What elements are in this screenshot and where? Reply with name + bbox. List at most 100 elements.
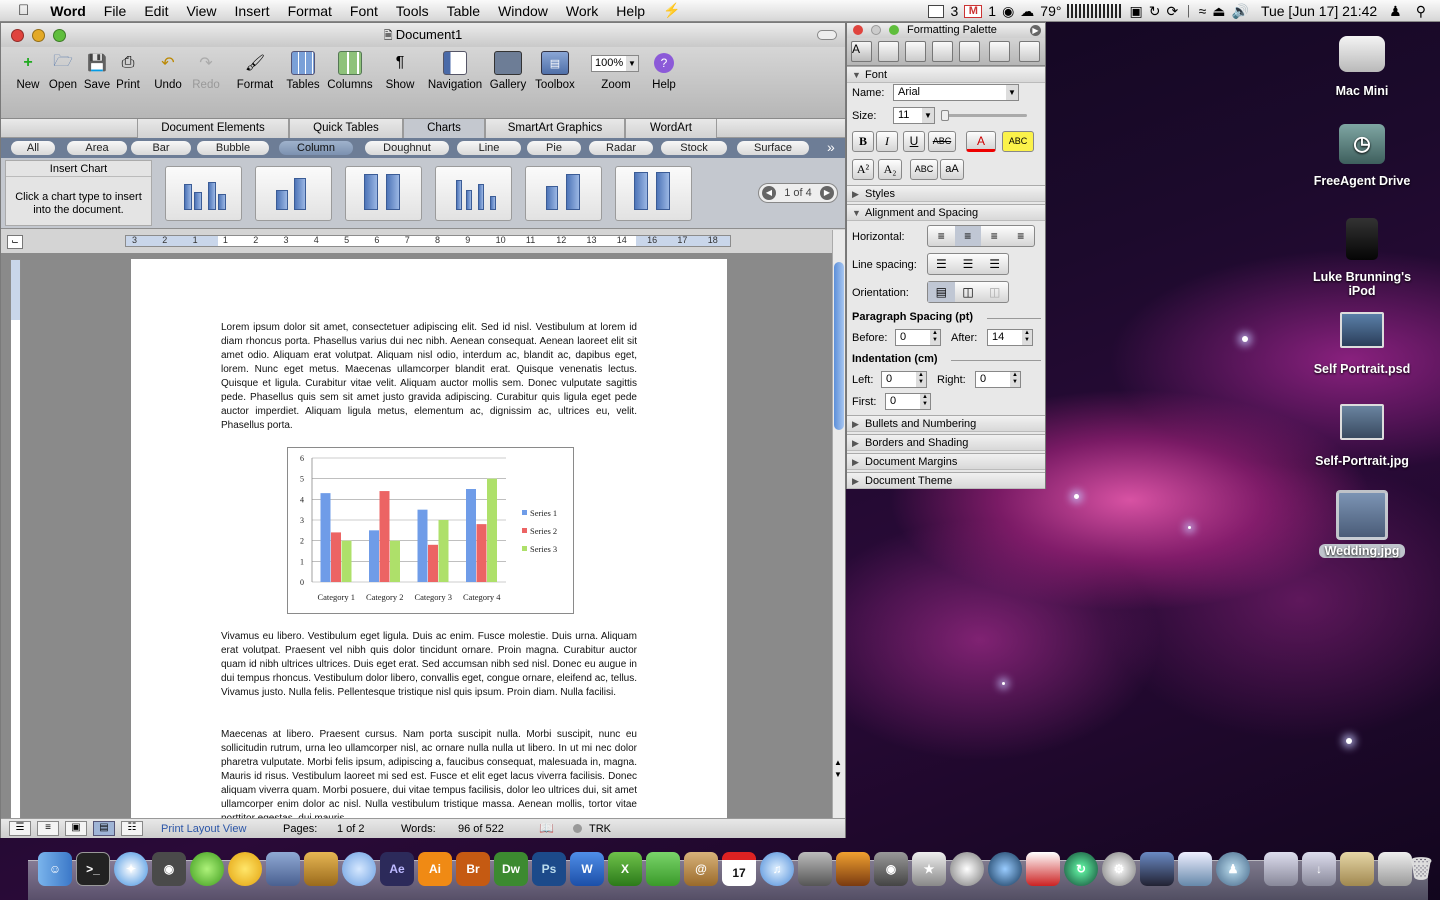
track-changes-icon[interactable]	[573, 824, 582, 833]
menu-tools[interactable]: Tools	[387, 3, 438, 19]
system-prefs-icon[interactable]: ⚙	[1102, 852, 1136, 886]
chevron-down-icon[interactable]: ▼	[1006, 85, 1018, 100]
menu-help[interactable]: Help	[607, 3, 654, 19]
dvd-player-icon[interactable]	[950, 852, 984, 886]
chart-type-surface[interactable]: Surface	[737, 141, 809, 155]
undo-button[interactable]: ↶ Undo	[149, 51, 187, 91]
stepper-icon[interactable]: ▲ ▼	[1010, 372, 1020, 387]
reference-tools-tab-icon[interactable]	[959, 41, 980, 62]
palette-minimize-button[interactable]	[871, 25, 881, 35]
word-dock-icon[interactable]: W	[570, 852, 604, 886]
spotlight-search-icon[interactable]: ⚲	[1408, 3, 1426, 20]
chart-type-stock[interactable]: Stock	[661, 141, 727, 155]
stepper-icon[interactable]: ▲ ▼	[1022, 330, 1032, 345]
trash-icon[interactable]: 🗑	[1407, 852, 1435, 886]
palette-close-button[interactable]	[853, 25, 863, 35]
highlight-button[interactable]: ABC	[1002, 131, 1034, 152]
compatibility-tab-icon[interactable]	[989, 41, 1010, 62]
section-borders-header[interactable]: ▶ Borders and Shading	[847, 434, 1045, 451]
imovie-star-icon[interactable]: ★	[912, 852, 946, 886]
entourage-icon[interactable]	[646, 852, 680, 886]
column-chart-thumbnail-3d-100-stacked[interactable]	[615, 166, 692, 221]
chart-type-line[interactable]: Line	[457, 141, 521, 155]
chart-type-pie[interactable]: Pie	[527, 141, 581, 155]
strikethrough-button[interactable]: ABC	[928, 131, 956, 152]
view-outline-button[interactable]: ≡	[37, 821, 59, 836]
pencil-app-icon[interactable]	[304, 852, 338, 886]
menu-font[interactable]: Font	[341, 3, 387, 19]
open-button[interactable]: 🗁 Open	[48, 51, 78, 92]
paragraph-2[interactable]: Vivamus eu libero. Vestibulum eget ligul…	[221, 630, 637, 700]
column-chart-thumbnail-3d-stacked[interactable]	[525, 166, 602, 221]
columns-button[interactable]: Columns	[327, 51, 373, 91]
menu-work[interactable]: Work	[557, 3, 607, 19]
align-center-icon[interactable]: ≡	[954, 226, 981, 246]
redo-button[interactable]: ↷ Redo	[189, 51, 223, 91]
format-painter-button[interactable]: 🖌 Format	[233, 51, 277, 91]
tab-selector-icon[interactable]: ⌙	[7, 235, 23, 249]
view-draft-button[interactable]: ☰	[9, 821, 31, 836]
sync-icon[interactable]: ⟳	[1166, 3, 1178, 20]
minimize-button[interactable]	[32, 29, 45, 42]
bluetooth-icon[interactable]: ᛁ	[1184, 3, 1192, 19]
one-half-spacing-icon[interactable]: ☰	[955, 254, 982, 274]
itunes-icon[interactable]: ♫	[760, 852, 794, 886]
scroll-down-arrow-icon[interactable]: ▼	[834, 770, 842, 779]
palette-titlebar[interactable]: Formatting Palette ▶	[847, 23, 1045, 38]
script-icon[interactable]: ⚡	[654, 2, 689, 19]
spotlight-doc-icon[interactable]: ▣	[1129, 3, 1142, 20]
view-print-layout-button[interactable]: ▤	[93, 821, 115, 836]
font-size-slider[interactable]	[941, 110, 1027, 121]
new-button[interactable]: + New	[13, 51, 43, 91]
paragraph-3[interactable]: Maecenas at libero. Praesent cursus. Nam…	[221, 728, 637, 826]
scroll-thumb[interactable]	[834, 262, 844, 430]
toolbar-toggle-button[interactable]	[817, 30, 837, 40]
align-right-icon[interactable]: ≡	[981, 226, 1008, 246]
front-row-icon[interactable]	[798, 852, 832, 886]
desktop-icon-freeagent-drive[interactable]: ◷ FreeAgent Drive	[1302, 124, 1422, 188]
paragraph-1[interactable]: Lorem ipsum dolor sit amet, consectetuer…	[221, 321, 637, 433]
single-spacing-icon[interactable]: ☰	[928, 254, 955, 274]
evernote-dock-icon[interactable]: ◉	[152, 852, 186, 886]
cyberduck-icon[interactable]	[228, 852, 262, 886]
window-titlebar[interactable]: 🗎 Document1	[1, 23, 845, 47]
dashboard-icon[interactable]	[1140, 852, 1174, 886]
stepper-icon[interactable]: ▲ ▼	[920, 394, 930, 409]
chat-bubbles-icon[interactable]	[342, 852, 376, 886]
vertical-text-down-icon[interactable]: ◫	[955, 282, 982, 302]
wifi-icon[interactable]: ≈	[1199, 3, 1207, 19]
time-machine-icon[interactable]: ↻	[1149, 3, 1161, 20]
chart-type-column[interactable]: Column	[279, 141, 353, 155]
tab-smartart-graphics[interactable]: SmartArt Graphics	[485, 119, 625, 138]
font-name-field[interactable]: Arial ▼	[893, 84, 1019, 101]
mail-icon[interactable]: M	[964, 4, 983, 18]
project-gallery-tab-icon[interactable]	[1019, 41, 1040, 62]
documents-stack-icon[interactable]	[1340, 852, 1374, 886]
tables-button[interactable]: Tables	[283, 51, 323, 91]
iphoto-icon[interactable]	[836, 852, 870, 886]
subscript-button[interactable]: A₂	[878, 159, 902, 180]
evernote-icon[interactable]: ◉	[1002, 3, 1014, 20]
weather-icon[interactable]: ☁	[1020, 3, 1034, 20]
show-formatting-button[interactable]: ¶ Show	[383, 51, 417, 91]
superscript-button[interactable]: A²	[852, 159, 874, 180]
save-button[interactable]: 💾 Save	[82, 51, 112, 91]
terminal-icon[interactable]: >_	[76, 852, 110, 886]
bird-app-icon[interactable]	[266, 852, 300, 886]
tab-document-elements[interactable]: Document Elements	[137, 119, 289, 138]
after-effects-icon[interactable]: Ae	[380, 852, 414, 886]
column-chart-thumbnail-100-stacked[interactable]	[345, 166, 422, 221]
track-changes-label[interactable]: TRK	[589, 823, 611, 835]
excel-dock-icon[interactable]: X	[608, 852, 642, 886]
view-publishing-button[interactable]: ▣	[65, 821, 87, 836]
embedded-chart[interactable]: 0 1 2 3 4 5 6 Category 1 Category 2 Category 3 Cat…	[287, 447, 574, 614]
app-menu-word[interactable]: Word	[41, 3, 95, 19]
font-size-field[interactable]: 11 ▼	[893, 107, 935, 124]
volume-icon[interactable]: 🔊	[1232, 3, 1249, 20]
vertical-scrollbar[interactable]: ▲ ▼	[832, 230, 845, 828]
desktop-icon-wedding-jpg[interactable]: Wedding.jpg	[1302, 490, 1422, 558]
calendar-icon[interactable]	[928, 4, 945, 18]
address-book-icon[interactable]: @	[684, 852, 718, 886]
chart-type-bar-item[interactable]: Bar	[131, 141, 191, 155]
spacing-after-field[interactable]: 14 ▲ ▼	[987, 329, 1033, 346]
